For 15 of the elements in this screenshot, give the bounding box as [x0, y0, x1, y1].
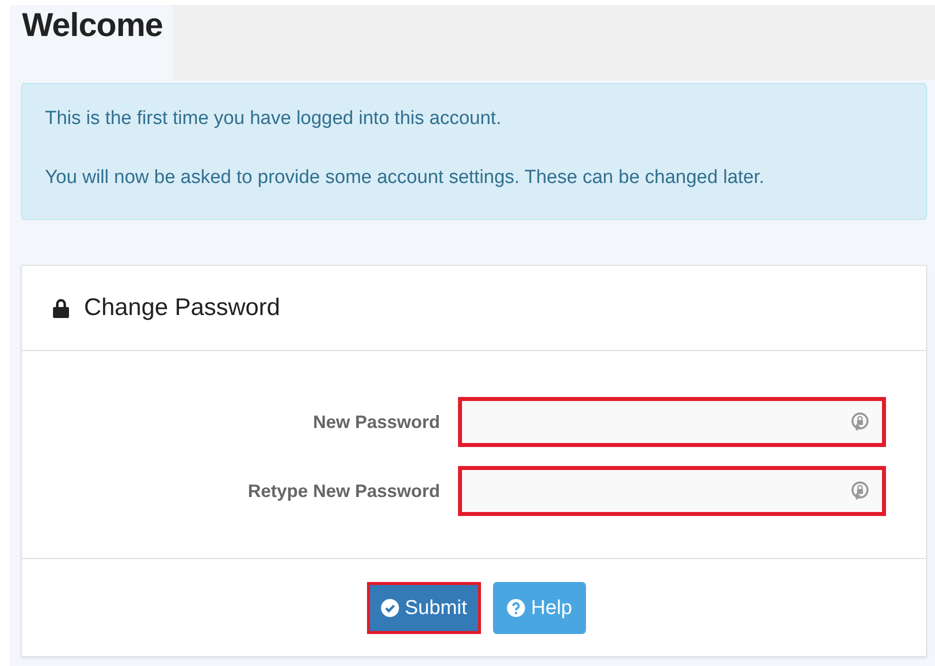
password-field[interactable] [458, 397, 886, 447]
alert-text: You will now be asked to provide some account settings. These can be changed later. [45, 167, 766, 189]
field-label: Retype New Password [246, 480, 441, 503]
card-title: Change Password [84, 293, 280, 323]
field-label: New Password [312, 410, 441, 434]
help-icon [507, 599, 526, 617]
submit-button[interactable]: Submit [366, 582, 482, 634]
password-key-icon [850, 480, 870, 502]
password-field[interactable] [458, 466, 886, 516]
lock-icon [52, 298, 70, 318]
page-title: Welcome [22, 5, 164, 45]
alert-text: This is the first time you have logged into this account. [45, 108, 502, 130]
check-circle-icon [380, 599, 399, 617]
help-button[interactable]: Help [493, 582, 586, 634]
password-key-icon [850, 411, 870, 433]
